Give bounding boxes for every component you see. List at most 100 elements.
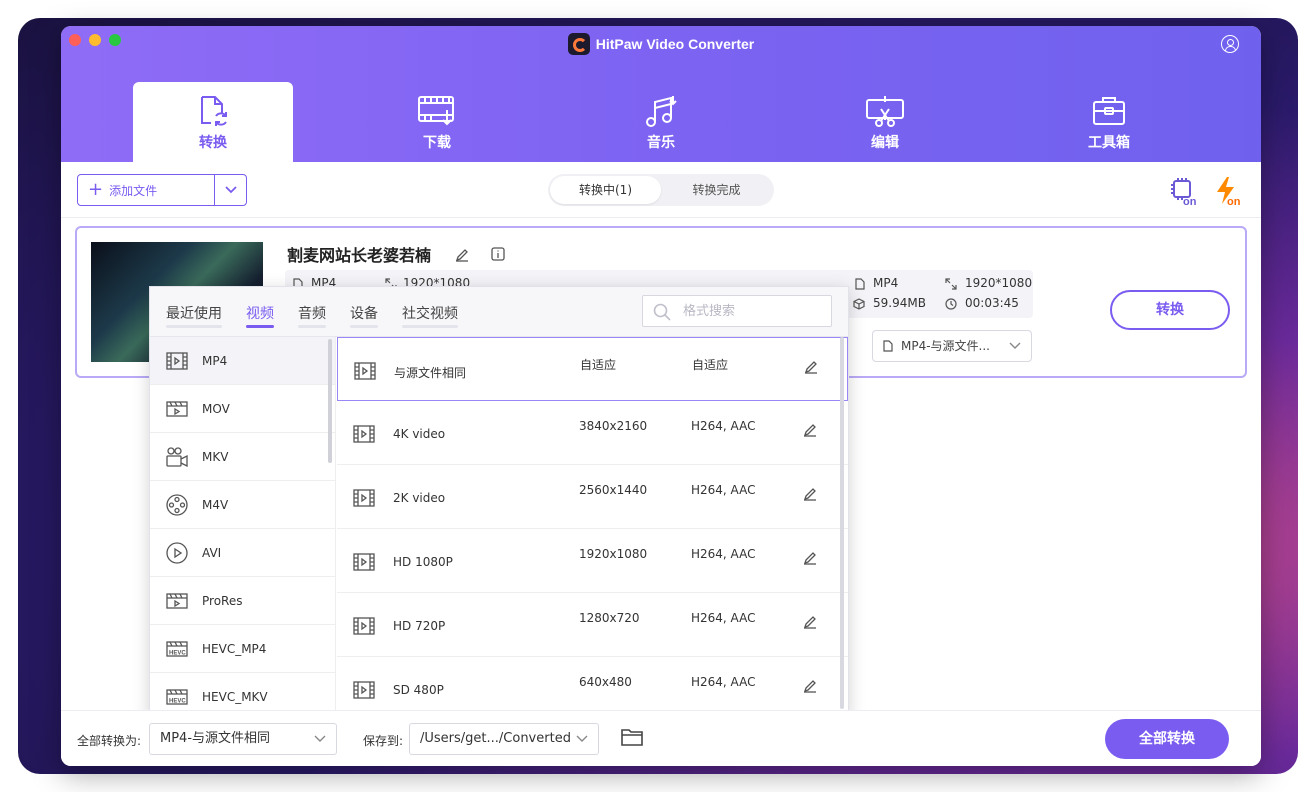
file-icon <box>883 340 893 352</box>
format-category-tabs: 最近使用 视频 音频 设备 社交视频 <box>150 287 848 337</box>
format-item-mov[interactable]: MOV <box>150 385 335 433</box>
preset-name: HD 1080P <box>393 555 453 569</box>
nav-tab-label: 下载 <box>423 135 451 151</box>
format-list-scrollbar[interactable] <box>328 339 332 463</box>
format-label: HEVC_MP4 <box>202 641 267 656</box>
preset-codec: H264, AAC <box>691 419 756 433</box>
preset-resolution: 640x480 <box>579 675 632 689</box>
play-circle-icon <box>166 541 188 564</box>
nav-tab-toolbox[interactable]: 工具箱 <box>1029 82 1189 162</box>
app-header: HitPaw Video Converter 转换 下载 音乐 编辑 工具箱 <box>61 26 1261 162</box>
svg-text:on: on <box>1183 196 1197 206</box>
format-item-m4v[interactable]: M4V <box>150 481 335 529</box>
mov-icon <box>166 592 188 609</box>
toolbox-icon <box>1093 97 1125 125</box>
preset-name: HD 720P <box>393 619 446 633</box>
output-format-select[interactable]: MP4-与源文件... <box>872 330 1032 362</box>
convert-all-to-label: 全部转换为: <box>77 734 142 748</box>
tab-converting[interactable]: 转换中(1) <box>550 176 661 204</box>
nav-tab-label: 转换 <box>199 135 227 151</box>
tab-converted[interactable]: 转换完成 <box>661 176 772 204</box>
film-icon <box>353 489 375 507</box>
preset-list-scrollbar[interactable] <box>840 337 844 709</box>
add-file-label: 添加文件 <box>109 183 158 198</box>
format-picker-popup: 最近使用 视频 音频 设备 社交视频 MP4 MOV MKV <box>149 286 849 717</box>
tab-audio[interactable]: 音频 <box>298 303 326 328</box>
format-item-hevc-mp4[interactable]: HEVC HEVC_MP4 <box>150 625 335 673</box>
nav-tab-music[interactable]: 音乐 <box>581 82 741 162</box>
hardware-acceleration-icon[interactable]: on <box>1169 176 1201 206</box>
convert-button[interactable]: 转换 <box>1110 290 1230 330</box>
preset-row[interactable]: 2K video 2560x1440 H264, AAC <box>337 465 848 529</box>
preset-resolution: 3840x2160 <box>579 419 648 433</box>
format-label: HEVC_MKV <box>202 689 268 704</box>
download-video-icon <box>418 96 454 126</box>
clock-icon <box>945 298 957 310</box>
format-item-mp4[interactable]: MP4 <box>150 337 335 385</box>
nav-tab-convert[interactable]: 转换 <box>133 82 293 162</box>
chevron-down-icon <box>576 735 588 742</box>
user-account-icon[interactable] <box>1221 35 1239 53</box>
lightning-speed-icon[interactable]: on <box>1213 176 1247 206</box>
rename-pencil-icon[interactable] <box>455 248 469 262</box>
app-window: HitPaw Video Converter 转换 下载 音乐 编辑 工具箱 +… <box>61 26 1261 766</box>
film-icon <box>353 425 375 443</box>
format-list: MP4 MOV MKV M4V AVI ProRes HEVC HEVC_MP4… <box>150 337 336 717</box>
preset-row[interactable]: 4K video 3840x2160 H264, AAC <box>337 401 848 465</box>
tab-label: 视频 <box>246 306 274 322</box>
tab-social-video[interactable]: 社交视频 <box>402 303 458 328</box>
output-file-size: 59.94MB <box>873 296 926 310</box>
resolution-icon <box>945 278 957 290</box>
open-folder-icon[interactable] <box>621 727 643 747</box>
edit-preset-icon[interactable] <box>803 423 817 437</box>
output-format-select-value: MP4-与源文件... <box>901 339 990 353</box>
preset-row[interactable]: HD 720P 1280x720 H264, AAC <box>337 593 848 657</box>
output-resolution: 1920*1080 <box>965 276 1033 290</box>
convert-all-format-select[interactable]: MP4-与源文件相同 <box>149 723 337 755</box>
edit-preset-icon[interactable] <box>803 551 817 565</box>
hevc-icon: HEVC <box>166 688 188 705</box>
search-icon <box>653 303 671 321</box>
nav-tab-label: 编辑 <box>871 135 899 151</box>
preset-codec: H264, AAC <box>691 675 756 689</box>
add-file-dropdown-button[interactable] <box>214 175 246 205</box>
format-item-avi[interactable]: AVI <box>150 529 335 577</box>
save-to-label: 保存到: <box>363 734 404 748</box>
edit-preset-icon[interactable] <box>803 487 817 501</box>
save-to-path-select[interactable]: /Users/get.../Converted <box>409 723 599 755</box>
tab-device[interactable]: 设备 <box>350 303 378 328</box>
preset-name: 与源文件相同 <box>394 366 467 380</box>
svg-text:HEVC: HEVC <box>169 650 186 656</box>
convert-all-button[interactable]: 全部转换 <box>1105 719 1229 759</box>
toolbar: + 添加文件 转换中(1) 转换完成 on on <box>61 162 1261 218</box>
svg-text:HEVC: HEVC <box>169 698 186 704</box>
nav-tab-download[interactable]: 下载 <box>357 82 517 162</box>
scissors-edit-icon <box>866 96 904 127</box>
preset-resolution: 1920x1080 <box>579 547 648 561</box>
format-item-prores[interactable]: ProRes <box>150 577 335 625</box>
preset-row[interactable]: SD 480P 640x480 H264, AAC <box>337 657 848 717</box>
format-label: ProRes <box>202 593 243 608</box>
info-icon[interactable] <box>491 247 505 261</box>
preset-row[interactable]: 与源文件相同 自适应 自适应 <box>337 337 848 401</box>
preset-codec: H264, AAC <box>691 547 756 561</box>
tab-recent[interactable]: 最近使用 <box>166 303 222 328</box>
tab-label: 设备 <box>350 306 378 322</box>
svg-text:on: on <box>1227 196 1241 206</box>
edit-preset-icon[interactable] <box>804 360 818 374</box>
preset-row[interactable]: HD 1080P 1920x1080 H264, AAC <box>337 529 848 593</box>
format-search-input[interactable] <box>683 296 823 326</box>
tab-video[interactable]: 视频 <box>246 303 274 328</box>
nav-tab-edit[interactable]: 编辑 <box>805 82 965 162</box>
preset-resolution: 自适应 <box>580 358 617 372</box>
preset-resolution: 1280x720 <box>579 611 640 625</box>
edit-preset-icon[interactable] <box>803 615 817 629</box>
nav-tab-label: 音乐 <box>647 135 675 151</box>
format-item-mkv[interactable]: MKV <box>150 433 335 481</box>
file-icon <box>855 278 865 290</box>
edit-preset-icon[interactable] <box>803 679 817 693</box>
file-title: 割麦网站长老婆若楠 <box>287 246 432 265</box>
conversion-status-switch: 转换中(1) 转换完成 <box>548 174 774 206</box>
film-icon <box>353 553 375 571</box>
add-file-button[interactable]: + 添加文件 <box>77 174 247 206</box>
